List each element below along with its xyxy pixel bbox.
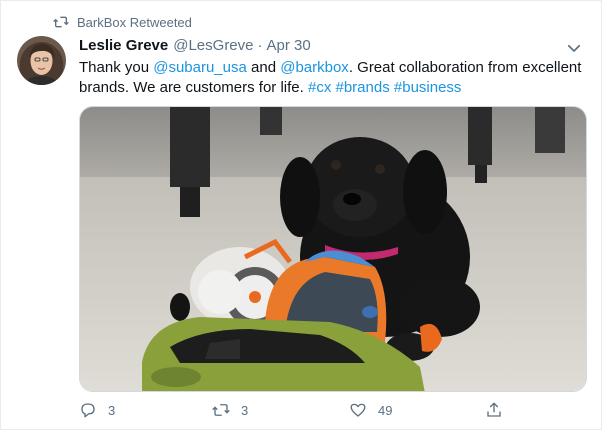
- share-icon: [487, 402, 501, 417]
- hashtag-link[interactable]: #brands: [336, 79, 390, 96]
- author-handle[interactable]: @LesGreve: [173, 37, 253, 54]
- retweet-icon: [53, 16, 69, 28]
- tweet-photo[interactable]: [79, 106, 587, 392]
- mention-link[interactable]: @barkbox: [280, 59, 349, 76]
- reply-icon: [81, 403, 95, 418]
- tweet-text-segment: and: [246, 59, 281, 76]
- mention-link[interactable]: @subaru_usa: [153, 59, 247, 76]
- retweet-button[interactable]: 3: [212, 401, 248, 419]
- avatar[interactable]: [17, 36, 66, 85]
- retweet-context-text: BarkBox Retweeted: [77, 14, 192, 30]
- retweet-count: 3: [241, 402, 249, 418]
- tweet-text-segment: Thank you: [79, 59, 154, 76]
- like-button[interactable]: 49: [349, 401, 392, 419]
- reply-count: 3: [108, 402, 116, 418]
- reply-button[interactable]: 3: [79, 401, 115, 419]
- hashtag-link[interactable]: #business: [394, 79, 462, 96]
- like-count: 49: [378, 402, 393, 418]
- tweet-text: Thank you @subaru_usa and @barkbox. Grea…: [79, 58, 584, 98]
- share-button[interactable]: [485, 401, 503, 419]
- tweet-card[interactable]: BarkBox Retweeted Leslie Greve @LesGreve…: [0, 0, 602, 430]
- tweet-header: Leslie Greve @LesGreve · Apr 30: [79, 37, 311, 54]
- chevron-down-icon[interactable]: [565, 39, 583, 57]
- separator-dot: ·: [257, 37, 263, 54]
- author-name[interactable]: Leslie Greve: [79, 37, 168, 54]
- retweet-context[interactable]: BarkBox Retweeted: [53, 14, 192, 30]
- retweet-icon: [212, 404, 230, 416]
- hashtag-link[interactable]: #cx: [308, 79, 331, 96]
- heart-icon: [350, 403, 366, 417]
- tweet-date[interactable]: Apr 30: [267, 37, 311, 54]
